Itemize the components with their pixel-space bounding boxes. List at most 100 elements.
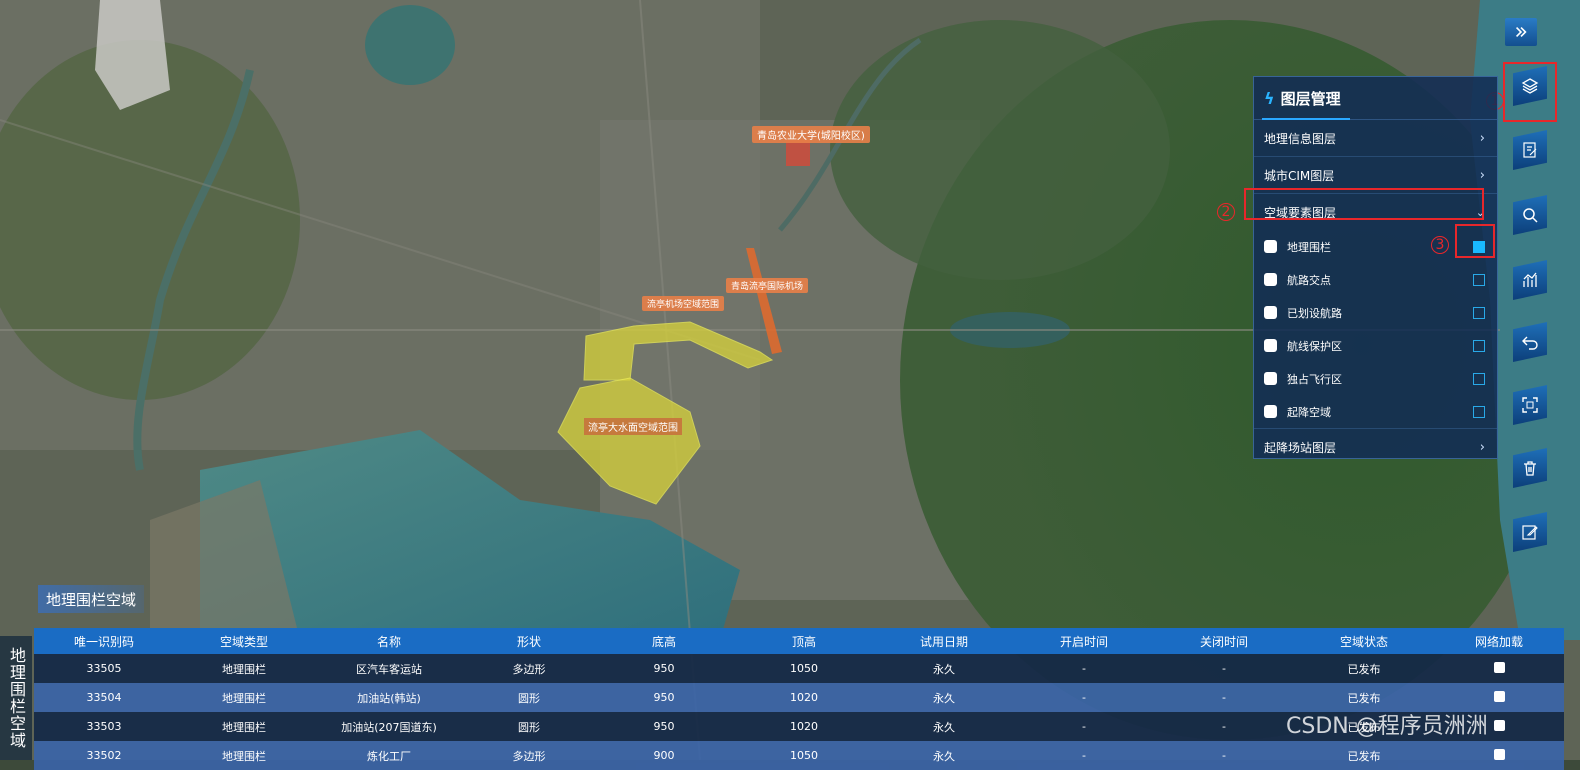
- table-cell: 33505: [86, 662, 122, 675]
- layer-item-list: 地理围栏 航路交点 已划设航路 航线保护区 独占飞行区 起降空域: [1254, 230, 1497, 428]
- visibility-checkbox[interactable]: [1264, 240, 1277, 253]
- search-icon: [1523, 208, 1538, 223]
- column-header: 空域类型: [219, 634, 268, 649]
- fullscreen-icon: [1522, 397, 1538, 413]
- airspace-table: 唯一识别码 空域类型 名称 形状 底高 顶高 试用日期 开启时间 关闭时间 空域状态 网络加载 33…: [34, 628, 1564, 770]
- table-cell: 已发布: [1347, 691, 1381, 705]
- layer-item[interactable]: 已划设航路: [1254, 296, 1497, 329]
- layer-toggle-checkbox[interactable]: [1473, 273, 1485, 286]
- table-cell: 圆形: [518, 720, 540, 734]
- edit-list-icon: [1523, 142, 1537, 158]
- visibility-checkbox[interactable]: [1264, 372, 1277, 385]
- table-cell: 加油站(207国道东): [341, 720, 437, 734]
- network-load-checkbox[interactable]: [1493, 690, 1505, 702]
- chevron-right-icon: ›: [1479, 439, 1485, 455]
- return-icon: [1522, 336, 1538, 350]
- table-cell: 地理围栏: [222, 720, 266, 734]
- network-load-checkbox[interactable]: [1493, 661, 1505, 673]
- table-cell: -: [1222, 749, 1226, 762]
- marker-2: 2: [1217, 203, 1235, 221]
- network-load-cell: [1434, 690, 1564, 705]
- table-cell: 地理围栏: [222, 749, 266, 763]
- visibility-checkbox[interactable]: [1264, 273, 1277, 286]
- layer-toggle-checkbox[interactable]: [1473, 339, 1485, 352]
- column-header: 唯一识别码: [73, 634, 134, 649]
- table-cell: 永久: [933, 720, 955, 734]
- table-cell: -: [1222, 662, 1226, 675]
- layer-management-panel: ϟ 图层管理 地理信息图层 › 城市CIM图层 › 空域要素图层 ⌄ 地理围栏航…: [1253, 76, 1498, 459]
- visibility-checkbox[interactable]: [1264, 339, 1277, 352]
- layer-toggle-checkbox[interactable]: [1473, 372, 1485, 385]
- layer-item-label: 已划设航路: [1287, 306, 1342, 320]
- visibility-checkbox[interactable]: [1264, 306, 1277, 319]
- group-label: 地理信息图层: [1264, 131, 1337, 146]
- column-header: 形状: [516, 634, 541, 649]
- layer-item-label: 独占飞行区: [1287, 372, 1342, 386]
- table-cell: 加油站(韩站): [357, 691, 421, 705]
- table-row[interactable]: 33505 地理围栏 区汽车客运站 多边形 950 1050 永久 - - 已发布: [34, 654, 1564, 683]
- marker-3: 3: [1431, 236, 1449, 254]
- table-cell: 950: [653, 662, 675, 675]
- table-cell: 圆形: [518, 691, 540, 705]
- table-cell: 永久: [933, 749, 955, 763]
- title-underline: [1262, 118, 1350, 120]
- column-header: 顶高: [791, 634, 816, 649]
- table-cell: 900: [653, 749, 675, 762]
- column-header: 网络加载: [1474, 634, 1523, 649]
- table-cell: 33502: [86, 749, 122, 762]
- highlight-geofence-checkbox: [1455, 224, 1495, 258]
- lightning-icon: ϟ: [1264, 88, 1275, 108]
- column-header: 名称: [376, 634, 401, 649]
- visibility-checkbox[interactable]: [1264, 405, 1277, 418]
- group-geo-info-layer[interactable]: 地理信息图层 ›: [1254, 120, 1497, 157]
- layer-toggle-checkbox[interactable]: [1473, 405, 1485, 418]
- table-cell: 950: [653, 720, 675, 733]
- column-header: 空域状态: [1339, 634, 1388, 649]
- map-label-university: 青岛农业大学(城阳校区): [752, 126, 870, 143]
- highlight-airspace-group: [1244, 188, 1484, 220]
- network-load-checkbox[interactable]: [1493, 719, 1505, 731]
- table-cell: 已发布: [1347, 749, 1381, 763]
- panel-title: 图层管理: [1280, 89, 1341, 108]
- network-load-cell: [1434, 748, 1564, 763]
- table-row[interactable]: 33502 地理围栏 炼化工厂 多边形 900 1050 永久 - - 已发布: [34, 741, 1564, 770]
- table-cell: 永久: [933, 691, 955, 705]
- table-cell: -: [1082, 662, 1086, 675]
- table-cell: 多边形: [512, 662, 546, 676]
- table-cell: -: [1082, 749, 1086, 762]
- pencil-icon: [1522, 525, 1538, 540]
- trash-icon: [1524, 461, 1536, 476]
- layer-item[interactable]: 航路交点: [1254, 263, 1497, 296]
- table-cell: 地理围栏: [222, 691, 266, 705]
- layer-item-label: 起降空域: [1287, 405, 1331, 419]
- layer-toggle-checkbox[interactable]: [1473, 306, 1485, 319]
- table-cell: 1020: [790, 720, 818, 733]
- group-landing-station-layer[interactable]: 起降场站图层 ›: [1254, 428, 1497, 465]
- table-cell: 1050: [790, 749, 818, 762]
- layer-item[interactable]: 航线保护区: [1254, 329, 1497, 362]
- column-header: 关闭时间: [1199, 634, 1248, 649]
- network-load-cell: [1434, 661, 1564, 676]
- map-label-airport: 青岛流亭国际机场: [726, 278, 809, 293]
- table-cell: 33503: [86, 720, 122, 733]
- table-cell: 炼化工厂: [367, 749, 411, 763]
- column-header: 试用日期: [919, 634, 968, 649]
- table-cell: 1050: [790, 662, 818, 675]
- network-load-checkbox[interactable]: [1493, 748, 1505, 760]
- map-label-water-range: 流亭大水面空域范围: [584, 418, 682, 435]
- side-vertical-label[interactable]: 地理围栏空域: [0, 636, 32, 760]
- table-cell: 区汽车客运站: [356, 662, 422, 676]
- chevron-right-icon: ›: [1479, 167, 1485, 183]
- layer-item-label: 航线保护区: [1287, 339, 1342, 353]
- highlight-layers-button: [1503, 62, 1557, 122]
- table-cell: -: [1222, 720, 1226, 733]
- table-cell: 1020: [790, 691, 818, 704]
- map-label-airport-range: 流亭机场空域范围: [642, 296, 725, 311]
- chart-icon: [1523, 272, 1537, 287]
- table-header: 唯一识别码 空域类型 名称 形状 底高 顶高 试用日期 开启时间 关闭时间 空域状态 网络加载: [34, 628, 1564, 654]
- layer-item[interactable]: 起降空域: [1254, 395, 1497, 428]
- group-label: 起降场站图层: [1264, 440, 1337, 455]
- chevron-right-icon: ›: [1479, 130, 1485, 146]
- expand-toolbar-button[interactable]: [1505, 18, 1537, 46]
- layer-item[interactable]: 独占飞行区: [1254, 362, 1497, 395]
